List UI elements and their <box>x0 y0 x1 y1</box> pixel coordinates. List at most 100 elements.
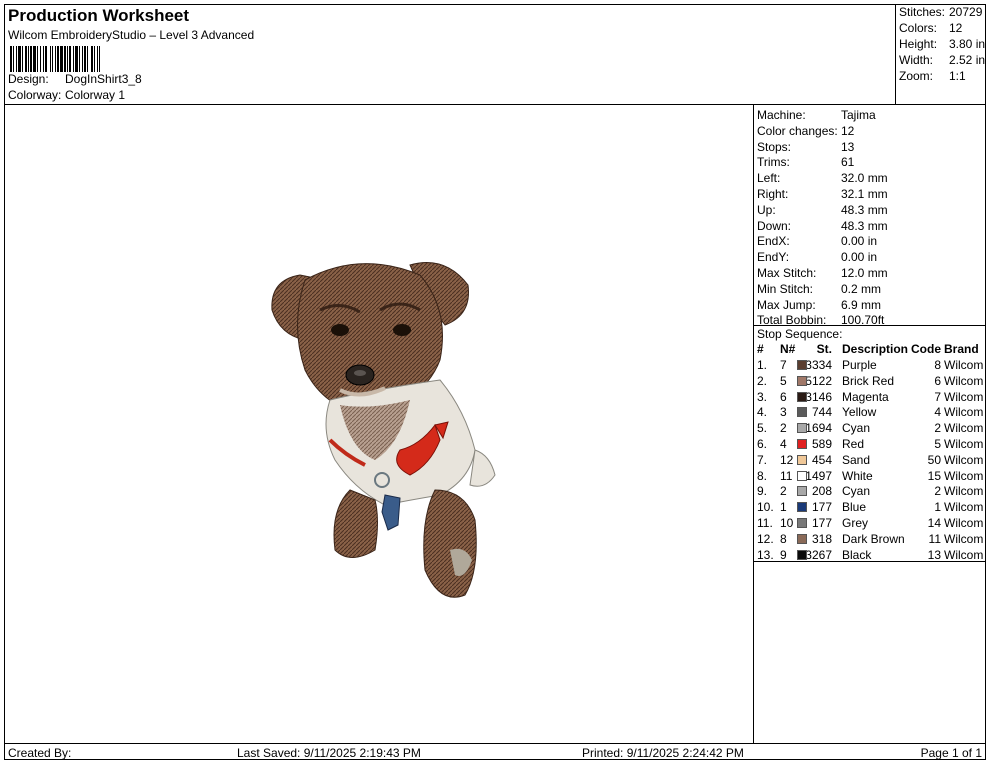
colorway-label: Colorway: <box>8 88 62 102</box>
machine-prop-row: Max Stitch: 12.0 mm <box>757 266 888 281</box>
color-description: Blue <box>842 500 867 515</box>
needle-number: 11 <box>780 468 793 483</box>
prop-label: EndX: <box>757 234 790 249</box>
stitch-count: 744 <box>811 405 832 420</box>
prop-label: Right: <box>757 187 789 201</box>
color-code: 7 <box>934 389 941 404</box>
color-description: Grey <box>842 516 869 530</box>
needle-number: 6 <box>780 389 787 404</box>
stitches-value: 20729 <box>949 5 983 19</box>
color-code: 11 <box>928 531 941 546</box>
prop-value: 61 <box>841 155 855 170</box>
col-stitches: St. <box>816 342 832 356</box>
prop-label: Up: <box>757 202 776 217</box>
stitch-count: 3146 <box>805 389 832 404</box>
color-description: Brick Red <box>842 373 895 388</box>
stop-number: 3. <box>757 389 768 404</box>
prop-label: Trims: <box>757 155 790 170</box>
prop-label: Max Stitch: <box>757 266 817 280</box>
stitch-count: 3334 <box>805 358 832 372</box>
color-code: 2 <box>934 484 941 499</box>
table-row: 9. 2 208 Cyan 2 Wilcom <box>754 484 986 499</box>
page-number: Page 1 of 1 <box>920 746 982 760</box>
color-swatch <box>797 439 807 449</box>
color-code: 50 <box>927 452 941 467</box>
prop-label: Max Jump: <box>757 297 816 312</box>
stitch-count: 208 <box>811 484 832 499</box>
machine-prop-row: EndY: 0.00 in <box>757 250 877 265</box>
colors-row: Colors: 12 <box>899 21 962 36</box>
needle-number: 10 <box>780 516 794 530</box>
needle-number: 2 <box>780 484 787 499</box>
created-by: Created By: <box>8 746 72 760</box>
machine-prop-row: Min Stitch: 0.2 mm <box>757 282 881 297</box>
color-code: 1 <box>934 500 941 515</box>
thread-brand: Wilcom <box>944 373 984 388</box>
stop-number: 4. <box>757 405 768 420</box>
stitches-row: Stitches: 20729 <box>899 5 982 20</box>
colorway-value: Colorway 1 <box>65 88 126 102</box>
color-code: 13 <box>927 547 941 562</box>
color-swatch <box>797 486 807 497</box>
col-num: # <box>757 342 764 356</box>
zoom-row: Zoom: 1:1 <box>899 69 966 84</box>
divider <box>754 325 986 326</box>
thread-brand: Wilcom <box>944 547 984 562</box>
stop-number: 11. <box>757 516 773 530</box>
prop-value: 32.1 mm <box>841 187 888 201</box>
color-code: 2 <box>934 421 941 436</box>
color-description: Magenta <box>842 389 889 404</box>
stitch-count: 177 <box>811 516 832 530</box>
color-code: 4 <box>934 405 941 420</box>
stitch-count: 5122 <box>805 373 832 388</box>
thread-brand: Wilcom <box>944 484 984 499</box>
zoom-label: Zoom: <box>899 69 934 83</box>
table-row: 7. 12 454 Sand 50 Wilcom <box>754 453 986 468</box>
thread-brand: Wilcom <box>944 405 984 420</box>
stitch-count: 1497 <box>805 468 832 483</box>
worksheet-footer: Created By: Last Saved: 9/11/2025 2:19:4… <box>5 743 986 760</box>
last-saved: Last Saved: 9/11/2025 2:19:43 PM <box>237 746 421 760</box>
col-brand: Brand <box>944 342 979 356</box>
prop-value: 0.00 in <box>841 234 878 249</box>
color-swatch <box>797 470 807 481</box>
stop-number: 10. <box>757 500 774 515</box>
color-swatch <box>797 407 807 418</box>
stop-sequence-header: # N# St. Description Code Brand <box>754 342 986 357</box>
printed-date: Printed: 9/11/2025 2:24:42 PM <box>582 746 744 760</box>
needle-number: 5 <box>780 373 787 388</box>
colors-value: 12 <box>949 21 963 35</box>
dog-embroidery-preview-icon <box>260 250 505 605</box>
prop-label: Machine: <box>757 108 806 122</box>
machine-prop-row: Stops: 13 <box>757 140 854 155</box>
stop-number: 5. <box>757 421 768 436</box>
stitches-label: Stitches: <box>899 5 946 19</box>
needle-number: 9 <box>780 547 787 562</box>
width-value: 2.52 in <box>949 53 986 67</box>
thread-brand: Wilcom <box>944 452 984 467</box>
color-code: 15 <box>927 468 941 483</box>
color-swatch <box>797 549 807 560</box>
table-row: 6. 4 589 Red 5 Wilcom <box>754 437 986 452</box>
color-swatch <box>797 518 807 528</box>
table-row: 12. 8 318 Dark Brown 11 Wilcom <box>754 532 986 547</box>
prop-label: Left: <box>757 171 781 186</box>
color-swatch <box>797 391 807 402</box>
needle-number: 7 <box>780 358 787 372</box>
color-code: 6 <box>934 373 941 388</box>
machine-prop-row: Down: 48.3 mm <box>757 219 888 234</box>
worksheet: Production Worksheet Wilcom EmbroiderySt… <box>4 4 986 760</box>
height-label: Height: <box>899 37 938 51</box>
table-row: 1. 7 3334 Purple 8 Wilcom <box>754 358 986 373</box>
thread-brand: Wilcom <box>944 437 984 451</box>
color-code: 14 <box>927 516 941 530</box>
stop-number: 7. <box>757 452 768 467</box>
table-row: 2. 5 5122 Brick Red 6 Wilcom <box>754 374 986 389</box>
prop-value: 48.3 mm <box>841 218 888 233</box>
color-code: 5 <box>934 437 941 451</box>
machine-prop-row: Trims: 61 <box>757 155 854 170</box>
stop-number: 8. <box>757 468 768 483</box>
needle-number: 12 <box>780 452 794 467</box>
table-row: 13. 9 3267 Black 13 Wilcom <box>754 548 986 563</box>
color-description: White <box>842 468 873 483</box>
